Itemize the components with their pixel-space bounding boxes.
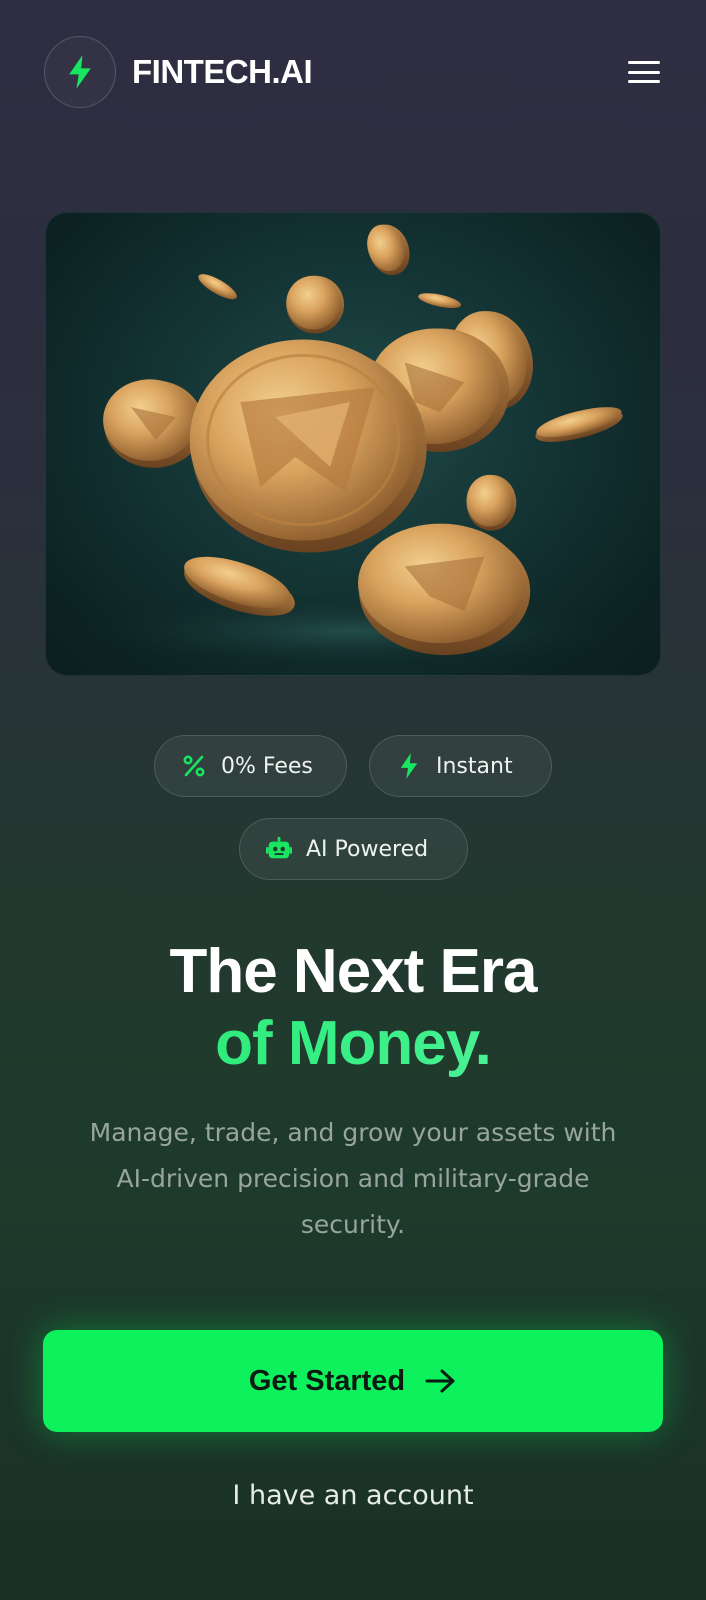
floating-gold-coins-illustration	[54, 224, 652, 672]
badge-label: AI Powered	[306, 836, 429, 862]
percent-icon	[181, 753, 207, 779]
logo-badge	[44, 36, 116, 108]
headline: The Next Era of Money.	[0, 936, 706, 1080]
fees-badge: 0% Fees	[154, 735, 347, 797]
top-bar: FINTECH.AI	[44, 36, 662, 108]
subtitle: Manage, trade, and grow your assets with…	[89, 1118, 617, 1239]
have-account-link[interactable]: I have an account	[0, 1480, 706, 1511]
arrow-right-icon	[425, 1369, 455, 1393]
headline-line-1: The Next Era	[169, 937, 537, 1006]
brand[interactable]: FINTECH.AI	[44, 36, 313, 108]
badge-label: Instant	[436, 753, 513, 779]
robot-icon	[266, 836, 292, 862]
hamburger-menu-icon[interactable]	[626, 57, 662, 87]
brand-name: FINTECH.AI	[132, 53, 313, 90]
ai-powered-badge: AI Powered	[239, 818, 468, 880]
get-started-label: Get Started	[248, 1364, 406, 1397]
badge-label: 0% Fees	[221, 753, 313, 779]
hero-image	[45, 212, 661, 676]
headline-line-2: of Money.	[0, 1008, 706, 1080]
bolt-icon	[69, 55, 91, 89]
get-started-button[interactable]: Get Started	[43, 1330, 663, 1432]
bolt-icon	[396, 753, 422, 779]
instant-badge: Instant	[369, 735, 552, 797]
